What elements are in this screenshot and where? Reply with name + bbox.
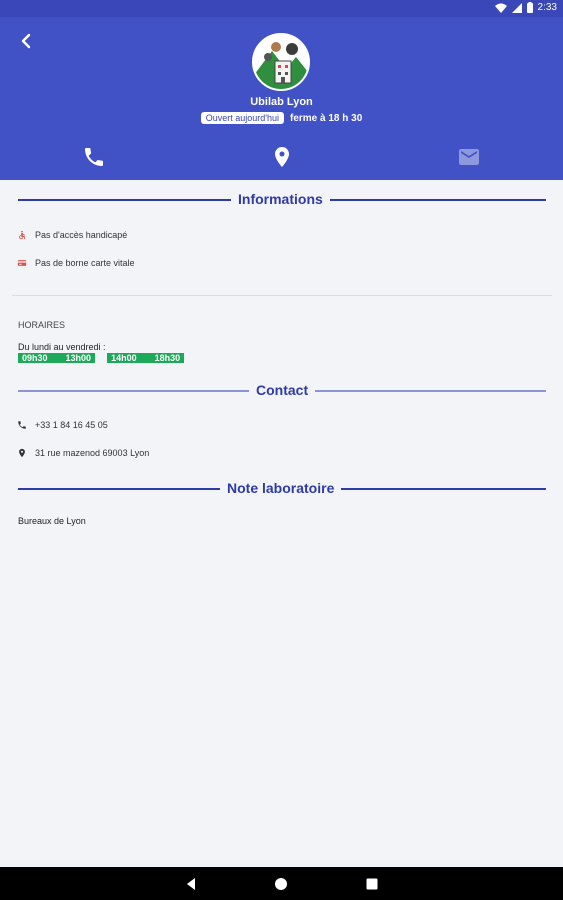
signal-icon [511,2,522,13]
battery-icon [526,2,533,13]
info-item-vitale: Pas de borne carte vitale [17,258,135,268]
lab-name: Ubilab Lyon [250,96,313,108]
opening-days: Du lundi au vendredi : [18,342,106,352]
lab-avatar [252,33,310,91]
info-divider [12,295,552,296]
note-section-heading: Note laboratoire [18,480,546,498]
system-nav-bar [0,867,563,900]
card-icon [17,260,27,266]
phone-icon [18,421,26,429]
recents-icon[interactable] [364,876,380,892]
contact-address[interactable]: 31 rue mazenod 69003 Lyon [17,448,149,458]
hours-slot-morning: 09h30 13h00 [18,353,96,363]
slot-start: 09h30 [22,353,48,363]
wifi-icon [494,3,507,13]
contact-section-heading: Contact [18,382,546,400]
note-title: Note laboratoire [220,480,342,496]
accessibility-text: Pas d'accès handicapé [35,230,128,240]
mail-icon[interactable] [457,145,481,169]
lab-note: Bureaux de Lyon [18,516,86,526]
back-icon[interactable] [183,876,199,892]
informations-section-heading: Informations [18,191,546,209]
status-time: 2:33 [537,2,557,13]
slot-start: 14h00 [111,353,137,363]
lab-illustration-icon [254,35,308,89]
location-icon[interactable] [270,145,294,169]
address-text: 31 rue mazenod 69003 Lyon [35,448,150,458]
phone-number: +33 1 84 16 45 05 [35,420,108,430]
phone-icon[interactable] [82,145,106,169]
informations-title: Informations [231,191,330,207]
home-icon[interactable] [273,876,289,892]
closing-time: ferme à 18 h 30 [290,112,363,124]
opening-hours: 09h30 13h00 14h00 18h30 [18,353,185,363]
wheelchair-icon [19,230,25,240]
lab-header: Ubilab Lyon Ouvert aujourd'hui ferme à 1… [0,17,563,180]
horaires-label: HORAIRES [18,320,66,330]
slot-end: 18h30 [154,353,181,363]
location-icon [19,448,25,458]
back-arrow-icon[interactable] [16,31,36,51]
slot-end: 13h00 [65,353,92,363]
hours-slot-afternoon: 14h00 18h30 [107,353,185,363]
opening-status: Ouvert aujourd'hui ferme à 18 h 30 [0,112,563,124]
vitale-text: Pas de borne carte vitale [35,258,135,268]
info-item-accessibility: Pas d'accès handicapé [17,230,127,240]
open-today-badge: Ouvert aujourd'hui [200,112,284,124]
status-bar: 2:33 [0,0,563,17]
contact-phone[interactable]: +33 1 84 16 45 05 [17,420,108,430]
contact-title: Contact [249,382,316,398]
status-icons: 2:33 [494,2,557,13]
